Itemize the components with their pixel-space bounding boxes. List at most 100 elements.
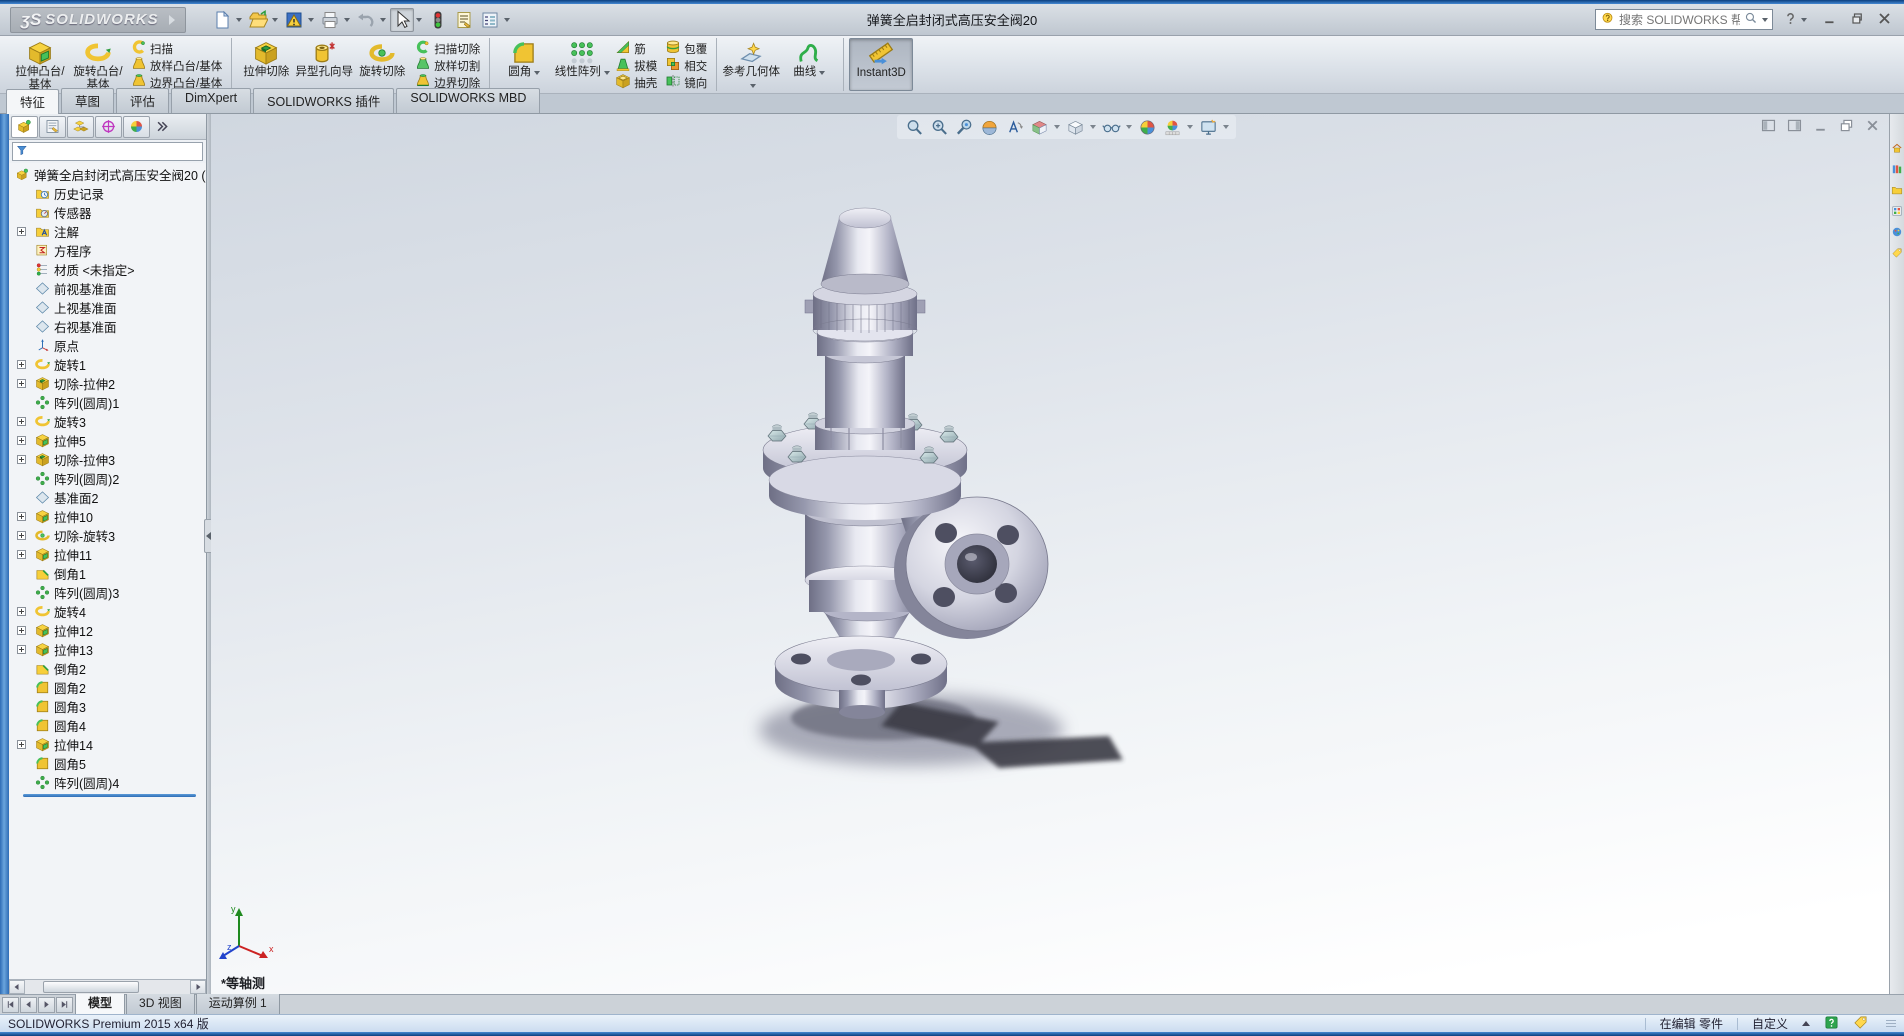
tree-item[interactable]: 切除-拉伸2 xyxy=(9,374,206,393)
expand-plus-icon[interactable] xyxy=(17,645,26,654)
expand-plus-icon[interactable] xyxy=(17,227,26,236)
tree-item[interactable]: 阵列(圆周)2 xyxy=(9,469,206,488)
nav-prev-button[interactable] xyxy=(20,997,37,1013)
expand-plus-icon[interactable] xyxy=(17,740,26,749)
extrude-boss-button[interactable]: 拉伸凸台/基体 xyxy=(11,38,69,91)
tree-root-item[interactable]: 弹簧全启封闭式高压安全阀20 (5 xyxy=(9,165,206,184)
propertymanager-tab[interactable] xyxy=(39,116,66,138)
magnified-selection-button[interactable] xyxy=(953,116,975,138)
scrollbar-track[interactable] xyxy=(25,980,190,994)
scroll-right-button[interactable] xyxy=(190,980,206,994)
zoom-to-area-button[interactable] xyxy=(928,116,950,138)
tree-item[interactable]: 倒角2 xyxy=(9,659,206,678)
print-button[interactable] xyxy=(318,8,342,32)
custom-dropup-caret-icon[interactable] xyxy=(1802,1021,1810,1026)
tree-item[interactable]: 阵列(圆周)3 xyxy=(9,583,206,602)
options-dropdown-caret-icon[interactable] xyxy=(504,8,512,32)
tree-item[interactable]: 阵列(圆周)1 xyxy=(9,393,206,412)
zoom-to-fit-button[interactable] xyxy=(903,116,925,138)
publish-edrawings-dropdown-caret-icon[interactable] xyxy=(308,8,316,32)
help-button[interactable] xyxy=(1783,11,1807,29)
tree-item[interactable]: 圆角2 xyxy=(9,678,206,697)
edit-appearance-button[interactable] xyxy=(1136,116,1158,138)
fillet-dropdown-caret-icon[interactable] xyxy=(534,71,540,75)
linear-pattern-dropdown-caret-icon[interactable] xyxy=(604,71,610,75)
tree-item[interactable]: 拉伸5 xyxy=(9,431,206,450)
select-button[interactable] xyxy=(390,8,414,32)
display-style-button[interactable] xyxy=(1064,116,1086,138)
revolve-boss-button[interactable]: 旋转凸台/基体 xyxy=(69,38,127,91)
select-dropdown-caret-icon[interactable] xyxy=(416,8,424,32)
expand-plus-icon[interactable] xyxy=(17,512,26,521)
expand-plus-icon[interactable] xyxy=(17,379,26,388)
tab-command-3[interactable]: DimXpert xyxy=(171,88,251,113)
tree-item[interactable]: 基准面2 xyxy=(9,488,206,507)
minimize-button[interactable] xyxy=(1823,11,1838,29)
nav-next-button[interactable] xyxy=(38,997,55,1013)
tree-item[interactable]: 倒角1 xyxy=(9,564,206,583)
help-search-box[interactable] xyxy=(1595,9,1773,30)
tree-item[interactable]: 阵列(圆周)4 xyxy=(9,773,206,792)
tree-item[interactable]: 右视基准面 xyxy=(9,317,206,336)
wrap-button[interactable]: 包覆 xyxy=(663,40,709,57)
valve-3d-model[interactable] xyxy=(211,114,1889,994)
tab-command-2[interactable]: 评估 xyxy=(116,88,169,113)
file-explorer-tab[interactable] xyxy=(1891,184,1903,196)
close-button[interactable] xyxy=(1877,11,1892,29)
tree-item[interactable]: 圆角4 xyxy=(9,716,206,735)
logo-expand-arrow-icon[interactable] xyxy=(169,15,175,25)
reference-geometry-dropdown-caret-icon[interactable] xyxy=(750,84,756,88)
configurationmanager-tab[interactable] xyxy=(67,116,94,138)
tree-item[interactable]: 上视基准面 xyxy=(9,298,206,317)
document-tab-0[interactable]: 模型 xyxy=(75,991,125,1014)
featuremanager-tab[interactable] xyxy=(11,116,38,138)
section-view-button[interactable] xyxy=(978,116,1000,138)
draft-button[interactable]: 拔模 xyxy=(613,57,659,74)
rebuild-traffic-light-button[interactable] xyxy=(426,8,450,32)
rib-button[interactable]: 筋 xyxy=(613,40,659,57)
tree-item[interactable]: 拉伸11 xyxy=(9,545,206,564)
tab-command-4[interactable]: SOLIDWORKS 插件 xyxy=(253,88,394,113)
document-tab-1[interactable]: 3D 视图 xyxy=(126,991,195,1014)
tree-filter-input[interactable] xyxy=(32,146,199,158)
tree-item[interactable]: 旋转1 xyxy=(9,355,206,374)
hide-show-items-dropdown-caret-icon[interactable] xyxy=(1125,125,1133,129)
expand-plus-icon[interactable] xyxy=(17,531,26,540)
file-properties-button[interactable] xyxy=(452,8,476,32)
linear-pattern-button[interactable]: 线性阵列 xyxy=(553,38,611,91)
tree-item[interactable]: 材质 <未指定> xyxy=(9,260,206,279)
new-document-dropdown-caret-icon[interactable] xyxy=(236,8,244,32)
undo-button[interactable] xyxy=(354,8,378,32)
expand-plus-icon[interactable] xyxy=(17,626,26,635)
expand-plus-icon[interactable] xyxy=(17,436,26,445)
view-palette-tab[interactable] xyxy=(1891,205,1903,217)
nav-last-button[interactable] xyxy=(56,997,73,1013)
tree-item[interactable]: 拉伸14 xyxy=(9,735,206,754)
tree-item[interactable]: 注解 xyxy=(9,222,206,241)
expand-plus-icon[interactable] xyxy=(17,550,26,559)
search-magnifier-icon[interactable] xyxy=(1744,11,1758,28)
revolve-cut-button[interactable]: 旋转切除 xyxy=(353,38,411,91)
design-library-tab[interactable] xyxy=(1891,163,1903,175)
apply-scene-dropdown-caret-icon[interactable] xyxy=(1186,125,1194,129)
loft-button[interactable]: 放样凸台/基体 xyxy=(129,57,224,74)
apply-scene-button[interactable] xyxy=(1161,116,1183,138)
tree-horizontal-scrollbar[interactable] xyxy=(9,979,206,994)
tree-item[interactable]: 切除-旋转3 xyxy=(9,526,206,545)
tree-item[interactable]: 原点 xyxy=(9,336,206,355)
shell-button[interactable]: 抽壳 xyxy=(613,74,659,91)
publish-edrawings-button[interactable] xyxy=(282,8,306,32)
tree-item[interactable]: 前视基准面 xyxy=(9,279,206,298)
tab-command-5[interactable]: SOLIDWORKS MBD xyxy=(396,88,540,113)
rollback-bar[interactable] xyxy=(23,794,196,797)
expand-tabs[interactable] xyxy=(151,116,171,138)
status-custom-text[interactable]: 自定义 xyxy=(1752,1015,1788,1032)
view-settings-dropdown-caret-icon[interactable] xyxy=(1222,125,1230,129)
curves-button[interactable]: 曲线 xyxy=(780,38,838,91)
restore-doc-button[interactable] xyxy=(1838,117,1855,137)
valve-adjust-cap[interactable] xyxy=(805,208,925,341)
pane-left-button[interactable] xyxy=(1760,117,1777,137)
tree-item[interactable]: 拉伸10 xyxy=(9,507,206,526)
tree-item[interactable]: 切除-拉伸3 xyxy=(9,450,206,469)
tree-item[interactable]: 拉伸13 xyxy=(9,640,206,659)
